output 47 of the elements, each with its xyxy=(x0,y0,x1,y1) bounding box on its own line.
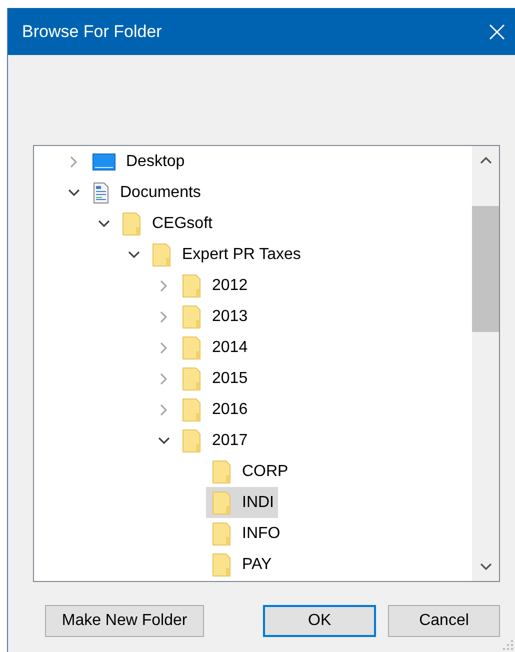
tree-item[interactable]: CORP xyxy=(206,456,292,487)
tree-item[interactable]: INFO xyxy=(206,518,284,549)
tree-item[interactable]: 2015 xyxy=(176,363,252,394)
ok-button[interactable]: OK xyxy=(263,605,376,637)
folder-icon xyxy=(182,366,202,390)
chevron-right-icon[interactable] xyxy=(160,280,168,292)
tree-item[interactable]: Expert PR Taxes xyxy=(146,239,305,270)
folder-icon xyxy=(122,212,142,236)
dialog-button[interactable]: Make New Folder xyxy=(45,605,204,637)
document-icon xyxy=(92,182,110,204)
folder-icon xyxy=(212,460,232,484)
folder-icon xyxy=(212,522,232,546)
chevron-down-icon[interactable] xyxy=(158,436,170,444)
tree-item[interactable]: CEGsoft xyxy=(116,208,216,239)
folder-icon xyxy=(212,490,232,514)
folder-icon xyxy=(152,242,172,266)
window-title: Browse For Folder xyxy=(22,22,162,42)
chevron-right-icon[interactable] xyxy=(160,372,168,384)
tree-item[interactable]: 2017 xyxy=(176,425,252,456)
tree-item[interactable]: 2013 xyxy=(176,301,252,332)
scrollbar-thumb[interactable] xyxy=(472,206,499,332)
tree-item[interactable]: PAY xyxy=(206,549,276,580)
close-icon[interactable] xyxy=(489,24,505,40)
folder-icon xyxy=(182,398,202,422)
tree-item[interactable]: 2012 xyxy=(176,270,252,301)
chevron-right-icon[interactable] xyxy=(160,310,168,322)
tree-item[interactable]: 2016 xyxy=(176,394,252,425)
chevron-right-icon[interactable] xyxy=(160,404,168,416)
folder-icon xyxy=(182,336,202,360)
dialog-button[interactable]: Cancel xyxy=(388,605,500,637)
chevron-down-icon[interactable] xyxy=(98,220,110,228)
chevron-right-icon[interactable] xyxy=(70,156,78,168)
scroll-down-icon[interactable] xyxy=(480,563,492,571)
folder-icon xyxy=(182,304,202,328)
scroll-up-icon[interactable] xyxy=(480,156,492,164)
resize-grip-icon[interactable] xyxy=(503,640,513,650)
folder-icon xyxy=(212,552,232,576)
folder-icon xyxy=(182,428,202,452)
desktop-icon xyxy=(92,152,116,172)
tree-item[interactable]: INDI xyxy=(206,487,278,518)
chevron-down-icon[interactable] xyxy=(68,188,80,196)
tree-item[interactable]: Documents xyxy=(86,177,205,208)
tree-item[interactable]: 2014 xyxy=(176,332,252,363)
chevron-right-icon[interactable] xyxy=(160,342,168,354)
folder-icon xyxy=(182,274,202,298)
tree-item[interactable]: Desktop xyxy=(86,146,189,177)
chevron-down-icon[interactable] xyxy=(128,250,140,258)
